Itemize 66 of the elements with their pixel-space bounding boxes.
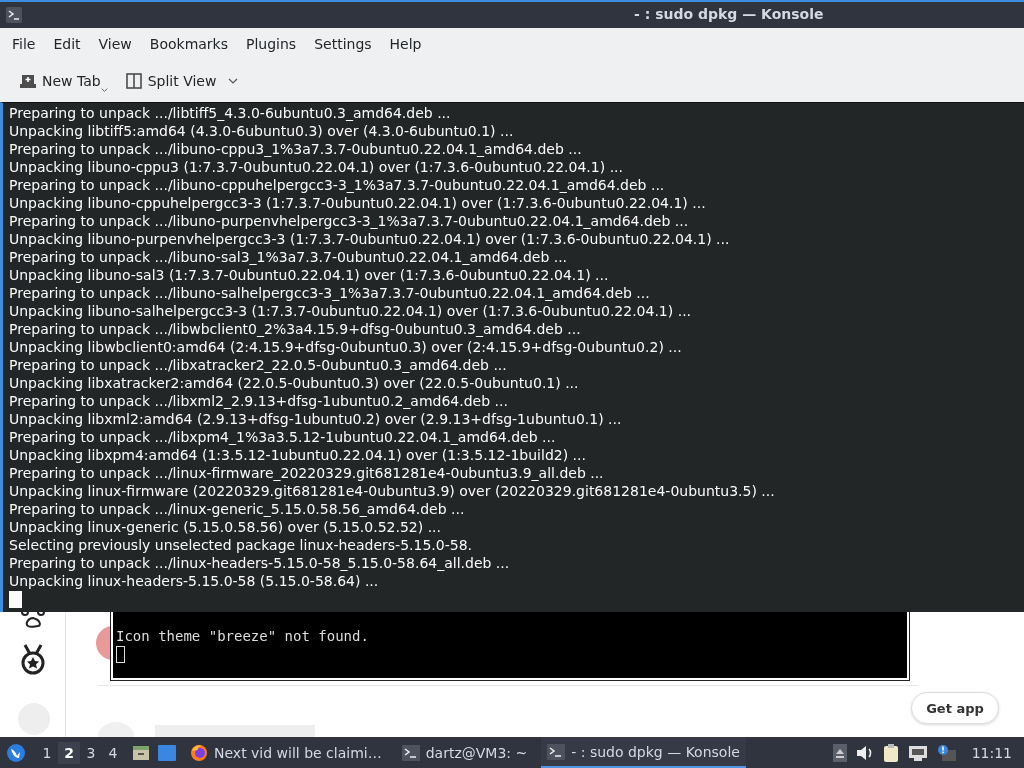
terminal-line: Unpacking libwbclient0:amd64 (2:4.15.9+dfsg-0ubuntu0.3) over (2:4.15.9+dfsg-0ubuntu0.2) ... (9, 338, 683, 356)
terminal-line: Unpacking libuno-cppu3 (1:7.3.7-0ubuntu0.22.04.1) over (1:7.3.6-0ubuntu0.22.04.1) ... (9, 158, 624, 176)
terminal-line: Unpacking libxpm4:amd64 (1:3.5.12-1ubuntu0.22.04.1) over (1:3.5.12-1build2) ... (9, 446, 587, 464)
eject-icon[interactable] (832, 743, 847, 762)
split-view-icon (125, 73, 142, 89)
terminal-icon (401, 744, 420, 761)
terminal-line: Preparing to unpack .../linux-generic_5.15.0.58.56_amd64.deb ... (9, 500, 466, 518)
taskbar-button[interactable]: dartz@VM3: ~ (395, 737, 534, 768)
desktop-switch[interactable]: 1 (36, 741, 58, 764)
menu-item[interactable]: File (4, 32, 44, 56)
text-cursor (116, 646, 125, 663)
terminal-icon (547, 743, 566, 760)
terminal-line: Unpacking libuno-salhelpergcc3-3 (1:7.3.7-0ubuntu0.22.04.1) over (1:7.3.6-0ubuntu0.22.04.1) ... (9, 302, 693, 320)
new-tab-icon (20, 74, 36, 88)
desktop-switch[interactable]: 2 (58, 741, 80, 764)
menu-item[interactable]: Plugins (238, 32, 305, 56)
network-icon[interactable] (907, 743, 928, 762)
terminal-line: Unpacking libxml2:amd64 (2.9.13+dfsg-1ubuntu0.2) over (2.9.13+dfsg-1ubuntu0.1) ... (9, 410, 623, 428)
medal-icon[interactable] (19, 643, 47, 675)
caret-icon (228, 78, 239, 84)
terminal-line: Unpacking libuno-cppuhelpergcc3-3 (1:7.3.7-0ubuntu0.22.04.1) over (1:7.3.6-0ubuntu0.22.04.1) ... (9, 194, 707, 212)
desktop-switch[interactable]: 3 (80, 741, 102, 764)
clock: 11:11 (971, 744, 1012, 761)
terminal-line: Unpacking linux-headers-5.15.0-58 (5.15.0-58.64) ... (9, 572, 380, 590)
menu-item[interactable]: Help (381, 32, 430, 56)
browser-icon (190, 743, 208, 762)
terminal-line: Preparing to unpack .../libuno-purpenvhelpergcc3-3_1%3a7.3.7-0ubuntu0.22.04.1_amd64.deb ... (9, 212, 690, 230)
terminal-line: Unpacking libuno-purpenvhelpergcc3-3 (1:7.3.7-0ubuntu0.22.04.1) over (1:7.3.6-0ubuntu0.22.04.1) ... (9, 230, 731, 248)
menu-item[interactable]: View (90, 32, 140, 56)
terminal-icon (6, 7, 22, 23)
caret-icon (100, 87, 108, 93)
terminal-line: Preparing to unpack .../libtiff5_4.3.0-6ubuntu0.3_amd64.deb ... (9, 104, 452, 122)
terminal-line: Preparing to unpack .../libwbclient0_2%3a4.15.9+dfsg-0ubuntu0.3_amd64.deb ... (9, 320, 582, 338)
terminal-line: Unpacking libtiff5:amd64 (4.3.0-6ubuntu0.3) over (4.3.0-6ubuntu0.1) ... (9, 122, 515, 140)
terminal-line: Preparing to unpack .../libuno-cppu3_1%3a7.3.7-0ubuntu0.22.04.1_amd64.deb ... (9, 140, 583, 158)
get-app-button[interactable]: Get app (911, 692, 999, 724)
new-tab-button[interactable]: New Tab (16, 65, 112, 97)
terminal-line: Unpacking libxatracker2:amd64 (22.0.5-0ubuntu0.3) over (22.0.5-0ubuntu0.1) ... (9, 374, 580, 392)
window-title: - : sudo dpkg — Konsole (634, 6, 824, 22)
notification-icon[interactable] (936, 743, 957, 762)
window-icon[interactable] (158, 744, 176, 761)
terminal-line: Unpacking linux-firmware (20220329.git681281e4-0ubuntu3.9) over (20220329.git681281e4-0ubuntu3.5) ... (9, 482, 776, 500)
menu-item[interactable]: Settings (306, 32, 380, 56)
file-cabinet-icon[interactable] (132, 743, 150, 762)
terminal-line: Preparing to unpack .../libxatracker2_22.0.5-0ubuntu0.3_amd64.deb ... (9, 356, 508, 374)
volume-icon[interactable] (855, 744, 874, 761)
text-cursor (9, 591, 22, 608)
clipboard-icon[interactable] (882, 742, 899, 763)
terminal-line: Selecting previously unselected package linux-headers-5.15.0-58. (9, 536, 473, 554)
terminal-line: Preparing to unpack .../linux-firmware_20220329.git681281e4-0ubuntu3.9_all.deb ... (9, 464, 605, 482)
terminal-line: Preparing to unpack .../linux-headers-5.15.0-58_5.15.0-58.64_all.deb ... (9, 554, 511, 572)
launcher-icon[interactable] (6, 742, 26, 763)
split-view-button[interactable]: Split View (121, 69, 243, 93)
desktop-switch[interactable]: 4 (102, 741, 124, 764)
terminal-line: Preparing to unpack .../libuno-cppuhelpergcc3-3_1%3a7.3.7-0ubuntu0.22.04.1_amd64.deb ... (9, 176, 666, 194)
console-line: Icon theme "breeze" not found. (116, 627, 370, 646)
terminal-line: Unpacking linux-generic (5.15.0.58.56) over (5.15.0.52.52) ... (9, 518, 443, 536)
terminal-line: Preparing to unpack .../libuno-salhelpergcc3-3_1%3a7.3.7-0ubuntu0.22.04.1_amd64.deb ... (9, 284, 651, 302)
taskbar-button[interactable]: - : sudo dpkg — Konsole (541, 737, 746, 768)
menu-item[interactable]: Edit (45, 32, 89, 56)
terminal-line: Preparing to unpack .../libuno-sal3_1%3a7.3.7-0ubuntu0.22.04.1_amd64.deb ... (9, 248, 569, 266)
menu-item[interactable]: Bookmarks (141, 32, 236, 56)
taskbar-button[interactable]: Next vid will be claimi… (184, 737, 388, 768)
terminal-line: Preparing to unpack .../libxml2_2.9.13+dfsg-1ubuntu0.2_amd64.deb ... (9, 392, 509, 410)
terminal-line: Preparing to unpack .../libxpm4_1%3a3.5.12-1ubuntu0.22.04.1_amd64.deb ... (9, 428, 557, 446)
terminal-line: Unpacking libuno-sal3 (1:7.3.7-0ubuntu0.22.04.1) over (1:7.3.6-0ubuntu0.22.04.1) ... (9, 266, 610, 284)
